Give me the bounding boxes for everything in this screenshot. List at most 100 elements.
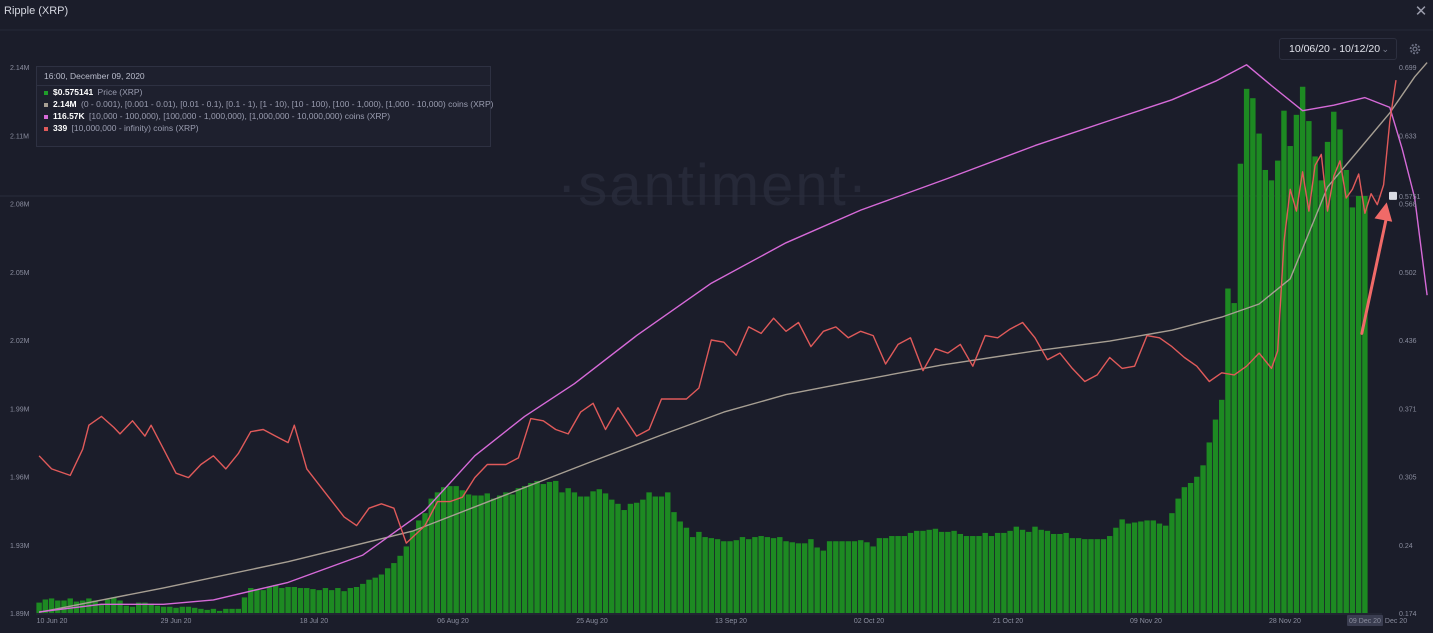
price-bar (658, 496, 665, 613)
price-bar (1175, 498, 1181, 613)
left-axis-tick: 2.08M (10, 202, 30, 209)
price-bar (210, 608, 217, 613)
price-bar (739, 537, 746, 613)
price-bar (565, 488, 571, 613)
legend-swatch (44, 90, 48, 95)
price-bar (503, 492, 509, 613)
price-bar (901, 536, 907, 613)
price-bar (708, 538, 715, 613)
price-bar (216, 610, 223, 613)
price-bar (646, 492, 652, 613)
price-bar (353, 587, 360, 613)
price-bar (534, 480, 540, 613)
price-bar (198, 608, 204, 613)
price-bar (291, 587, 298, 613)
left-axis-tick: 2.11M (10, 133, 29, 140)
price-bar (515, 488, 522, 613)
price-bar (1088, 539, 1094, 613)
price-bar (1026, 531, 1032, 613)
x-axis-tick: 25 Aug 20 (576, 618, 608, 625)
right-axis-tick: 0.568 (1399, 202, 1417, 209)
price-bar (484, 493, 490, 613)
price-bar (235, 608, 241, 613)
price-bar (870, 546, 876, 613)
price-bar (957, 533, 964, 613)
price-bar (1069, 538, 1076, 613)
price-bar (602, 493, 609, 613)
price-bar (1181, 487, 1188, 613)
price-bar (970, 536, 976, 613)
right-axis-tick: 0.699 (1399, 65, 1417, 72)
tooltip-label: [10,000 - 100,000), [100,000 - 1,000,000… (86, 111, 391, 121)
price-bar (322, 588, 329, 613)
price-bar (1150, 520, 1156, 613)
price-bar (1324, 141, 1331, 613)
price-bar (696, 531, 702, 613)
price-bar (1050, 533, 1057, 613)
price-bar (397, 555, 403, 613)
x-axis-tick: 18 Jul 20 (300, 618, 329, 625)
price-bar (808, 539, 814, 613)
price-bar (758, 536, 764, 613)
price-bar (434, 492, 441, 613)
right-axis-tick: 0.24 (1399, 543, 1413, 550)
price-bar (1231, 303, 1237, 613)
x-axis-tick: Dec 20 (1385, 618, 1407, 625)
price-bar (615, 503, 621, 613)
price-bar (683, 527, 690, 613)
price-bar (1038, 529, 1044, 613)
right-axis-tick: 0.174 (1399, 611, 1417, 618)
price-bar (795, 543, 802, 613)
right-axis-tick: 0.436 (1399, 338, 1417, 345)
price-bar (528, 483, 534, 613)
right-axis-tick: 0.305 (1399, 475, 1417, 482)
price-bar (1312, 156, 1318, 613)
price-bar (938, 531, 945, 613)
x-axis-tick: 09 Dec 20 (1349, 618, 1381, 625)
price-bar (173, 607, 179, 613)
left-axis-tick: 1.89M (10, 611, 30, 618)
price-bar (372, 577, 378, 613)
price-bar (920, 530, 926, 613)
price-bar (907, 532, 914, 613)
price-bar (777, 537, 783, 613)
tooltip-date: 16:00, December 09, 2020 (37, 67, 490, 86)
price-bar (1194, 476, 1200, 613)
price-bar (1225, 288, 1231, 613)
price-bar (1262, 169, 1269, 613)
price-bar (783, 541, 789, 613)
price-bar (117, 600, 123, 613)
price-marker-icon (1389, 191, 1397, 200)
price-bar (1362, 195, 1368, 613)
price-bar (677, 521, 683, 613)
price-bar (223, 608, 229, 613)
price-bar (553, 480, 559, 613)
price-bar (963, 536, 970, 613)
price-bar (328, 590, 335, 613)
price-bar (497, 495, 503, 613)
price-bar (1275, 160, 1281, 613)
price-bar (459, 490, 466, 613)
price-bar (416, 520, 422, 613)
price-bar (1113, 527, 1119, 613)
price-bar (1219, 399, 1225, 613)
price-bar (378, 574, 385, 613)
price-bar (1256, 133, 1262, 613)
price-bar (204, 609, 210, 613)
price-bar (1212, 419, 1219, 613)
price-bar (1032, 526, 1038, 613)
x-axis-tick: 02 Oct 20 (854, 618, 884, 625)
price-bar (1169, 513, 1175, 613)
price-bar (727, 541, 733, 613)
annotation-arrow-head (1374, 202, 1393, 222)
tooltip-row: 116.57K [10,000 - 100,000), [100,000 - 1… (37, 110, 490, 122)
price-bar (733, 540, 739, 613)
price-bar (316, 590, 322, 613)
current-price-label: 0.5751 (1399, 194, 1421, 201)
left-axis-tick: 2.05M (10, 270, 30, 277)
chart-tooltip: 16:00, December 09, 2020 $0.575141 Price… (36, 66, 493, 147)
price-bar (714, 539, 721, 613)
price-bar (1019, 529, 1026, 613)
price-bar (689, 537, 696, 613)
price-bar (304, 588, 310, 613)
